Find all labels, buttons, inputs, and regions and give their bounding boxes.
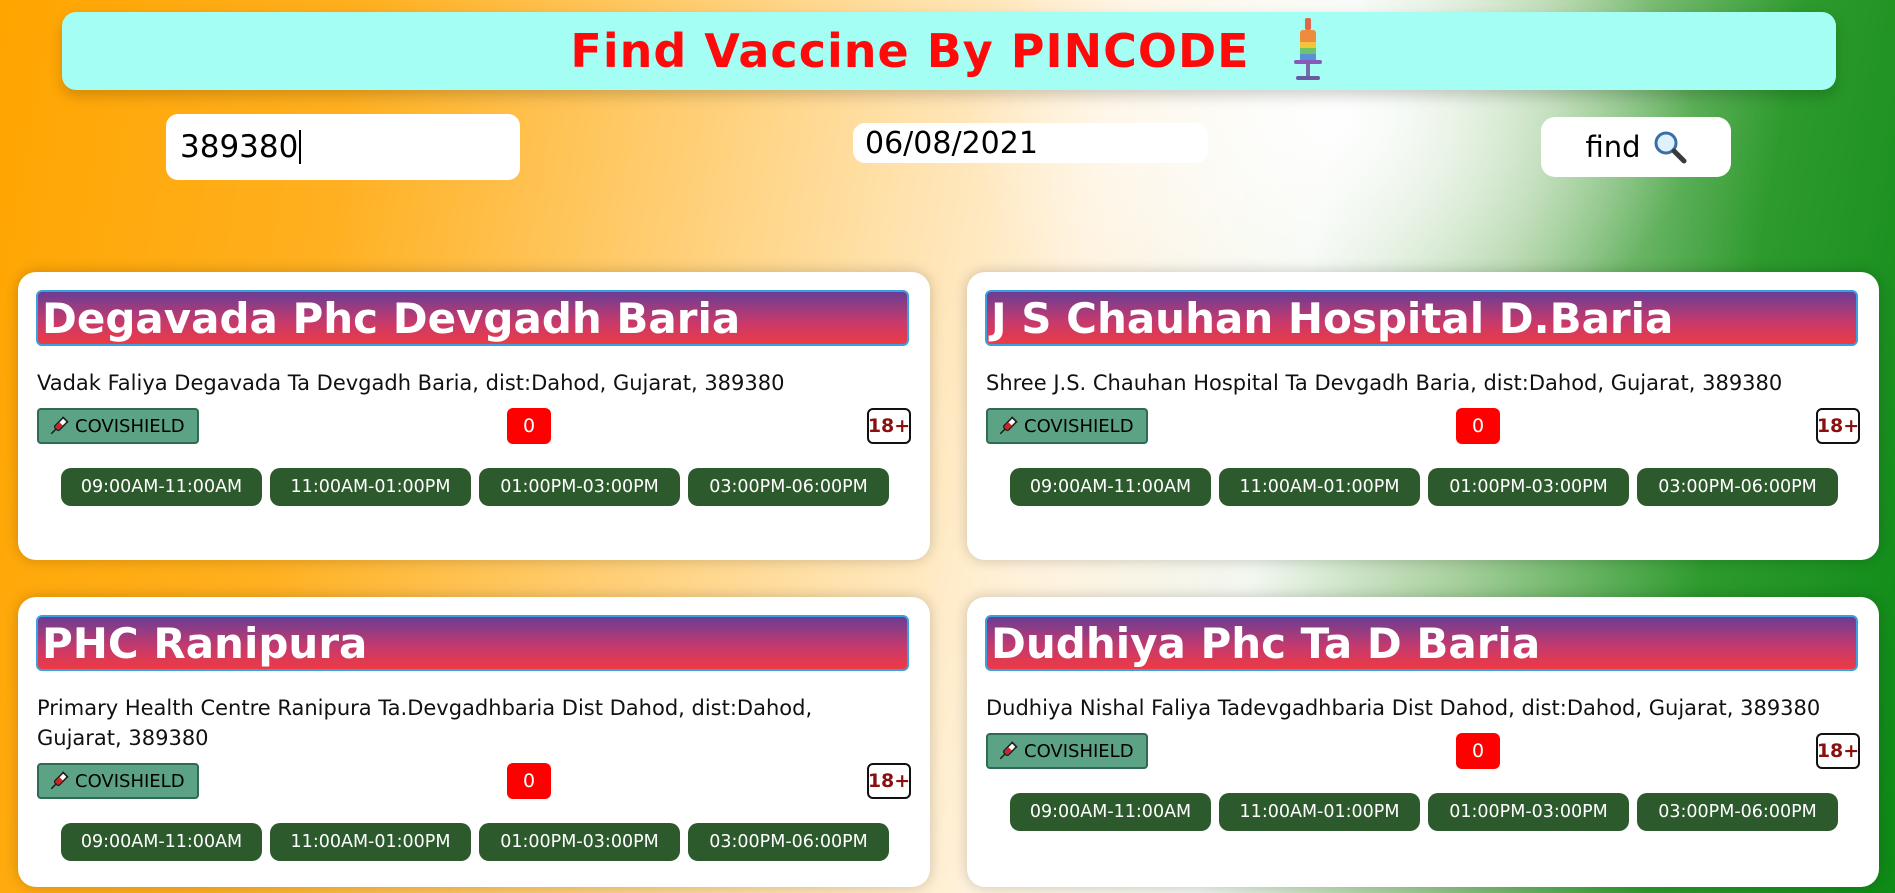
center-address: Vadak Faliya Degavada Ta Devgadh Baria, … xyxy=(37,371,785,395)
text-caret xyxy=(299,130,302,164)
time-slot[interactable]: 03:00PM-06:00PM xyxy=(688,468,889,506)
pincode-value: 389380 xyxy=(180,129,299,165)
age-limit-badge: 18+ xyxy=(867,408,911,444)
slot-list: 09:00AM-11:00AM 11:00AM-01:00PM 01:00PM-… xyxy=(1010,793,1838,831)
time-slot[interactable]: 11:00AM-01:00PM xyxy=(270,468,471,506)
slot-list: 09:00AM-11:00AM 11:00AM-01:00PM 01:00PM-… xyxy=(1010,468,1838,506)
vaccine-badge: COVISHIELD xyxy=(986,408,1148,444)
date-input[interactable]: 06/08/2021 xyxy=(853,123,1208,163)
center-card: Degavada Phc Devgadh Baria Vadak Faliya … xyxy=(18,272,930,560)
vaccine-name: COVISHIELD xyxy=(1024,415,1134,437)
time-slot[interactable]: 01:00PM-03:00PM xyxy=(479,468,680,506)
center-name: Degavada Phc Devgadh Baria xyxy=(36,290,909,346)
pincode-input[interactable]: 389380 xyxy=(166,114,520,180)
time-slot[interactable]: 01:00PM-03:00PM xyxy=(1428,468,1629,506)
time-slot[interactable]: 03:00PM-06:00PM xyxy=(688,823,889,861)
slot-list: 09:00AM-11:00AM 11:00AM-01:00PM 01:00PM-… xyxy=(61,468,889,506)
slot-list: 09:00AM-11:00AM 11:00AM-01:00PM 01:00PM-… xyxy=(61,823,889,861)
available-capacity: 0 xyxy=(507,408,551,444)
time-slot[interactable]: 01:00PM-03:00PM xyxy=(479,823,680,861)
vaccine-badge: COVISHIELD xyxy=(37,408,199,444)
vaccine-badge: COVISHIELD xyxy=(986,733,1148,769)
syringe-icon xyxy=(50,771,69,790)
date-value: 06/08/2021 xyxy=(865,125,1038,161)
syringe-icon xyxy=(50,416,69,435)
center-card: J S Chauhan Hospital D.Baria Shree J.S. … xyxy=(967,272,1879,560)
vaccine-badge: COVISHIELD xyxy=(37,763,199,799)
syringe-icon xyxy=(999,416,1018,435)
available-capacity: 0 xyxy=(1456,408,1500,444)
magnifier-icon xyxy=(1654,131,1687,164)
center-address: Shree J.S. Chauhan Hospital Ta Devgadh B… xyxy=(986,371,1783,395)
center-name: Dudhiya Phc Ta D Baria xyxy=(985,615,1858,671)
time-slot[interactable]: 09:00AM-11:00AM xyxy=(61,823,262,861)
available-capacity: 0 xyxy=(1456,733,1500,769)
vaccine-row: COVISHIELD 0 18+ xyxy=(986,408,1860,446)
center-address: Primary Health Centre Ranipura Ta.Devgad… xyxy=(37,696,813,750)
center-address: Dudhiya Nishal Faliya Tadevgadhbaria Dis… xyxy=(986,696,1821,720)
page-header: Find Vaccine By PINCODE xyxy=(62,12,1836,90)
vaccine-row: COVISHIELD 0 18+ xyxy=(986,733,1860,771)
age-limit-badge: 18+ xyxy=(1816,408,1860,444)
vaccine-name: COVISHIELD xyxy=(1024,740,1134,762)
time-slot[interactable]: 11:00AM-01:00PM xyxy=(1219,468,1420,506)
vaccine-row: COVISHIELD 0 18+ xyxy=(37,408,911,446)
time-slot[interactable]: 11:00AM-01:00PM xyxy=(270,823,471,861)
available-capacity: 0 xyxy=(507,763,551,799)
find-button[interactable]: find xyxy=(1541,117,1731,177)
age-limit-badge: 18+ xyxy=(867,763,911,799)
time-slot[interactable]: 09:00AM-11:00AM xyxy=(1010,793,1211,831)
time-slot[interactable]: 01:00PM-03:00PM xyxy=(1428,793,1629,831)
time-slot[interactable]: 03:00PM-06:00PM xyxy=(1637,468,1838,506)
syringe-icon xyxy=(1293,18,1322,80)
age-limit-badge: 18+ xyxy=(1816,733,1860,769)
vaccine-name: COVISHIELD xyxy=(75,415,185,437)
find-label: find xyxy=(1585,130,1641,164)
time-slot[interactable]: 11:00AM-01:00PM xyxy=(1219,793,1420,831)
center-name: J S Chauhan Hospital D.Baria xyxy=(985,290,1858,346)
time-slot[interactable]: 09:00AM-11:00AM xyxy=(61,468,262,506)
syringe-icon xyxy=(999,741,1018,760)
page-title: Find Vaccine By PINCODE xyxy=(570,24,1250,78)
time-slot[interactable]: 09:00AM-11:00AM xyxy=(1010,468,1211,506)
center-name: PHC Ranipura xyxy=(36,615,909,671)
vaccine-name: COVISHIELD xyxy=(75,770,185,792)
center-card: PHC Ranipura Primary Health Centre Ranip… xyxy=(18,597,930,887)
time-slot[interactable]: 03:00PM-06:00PM xyxy=(1637,793,1838,831)
center-card: Dudhiya Phc Ta D Baria Dudhiya Nishal Fa… xyxy=(967,597,1879,887)
vaccine-row: COVISHIELD 0 18+ xyxy=(37,763,911,801)
